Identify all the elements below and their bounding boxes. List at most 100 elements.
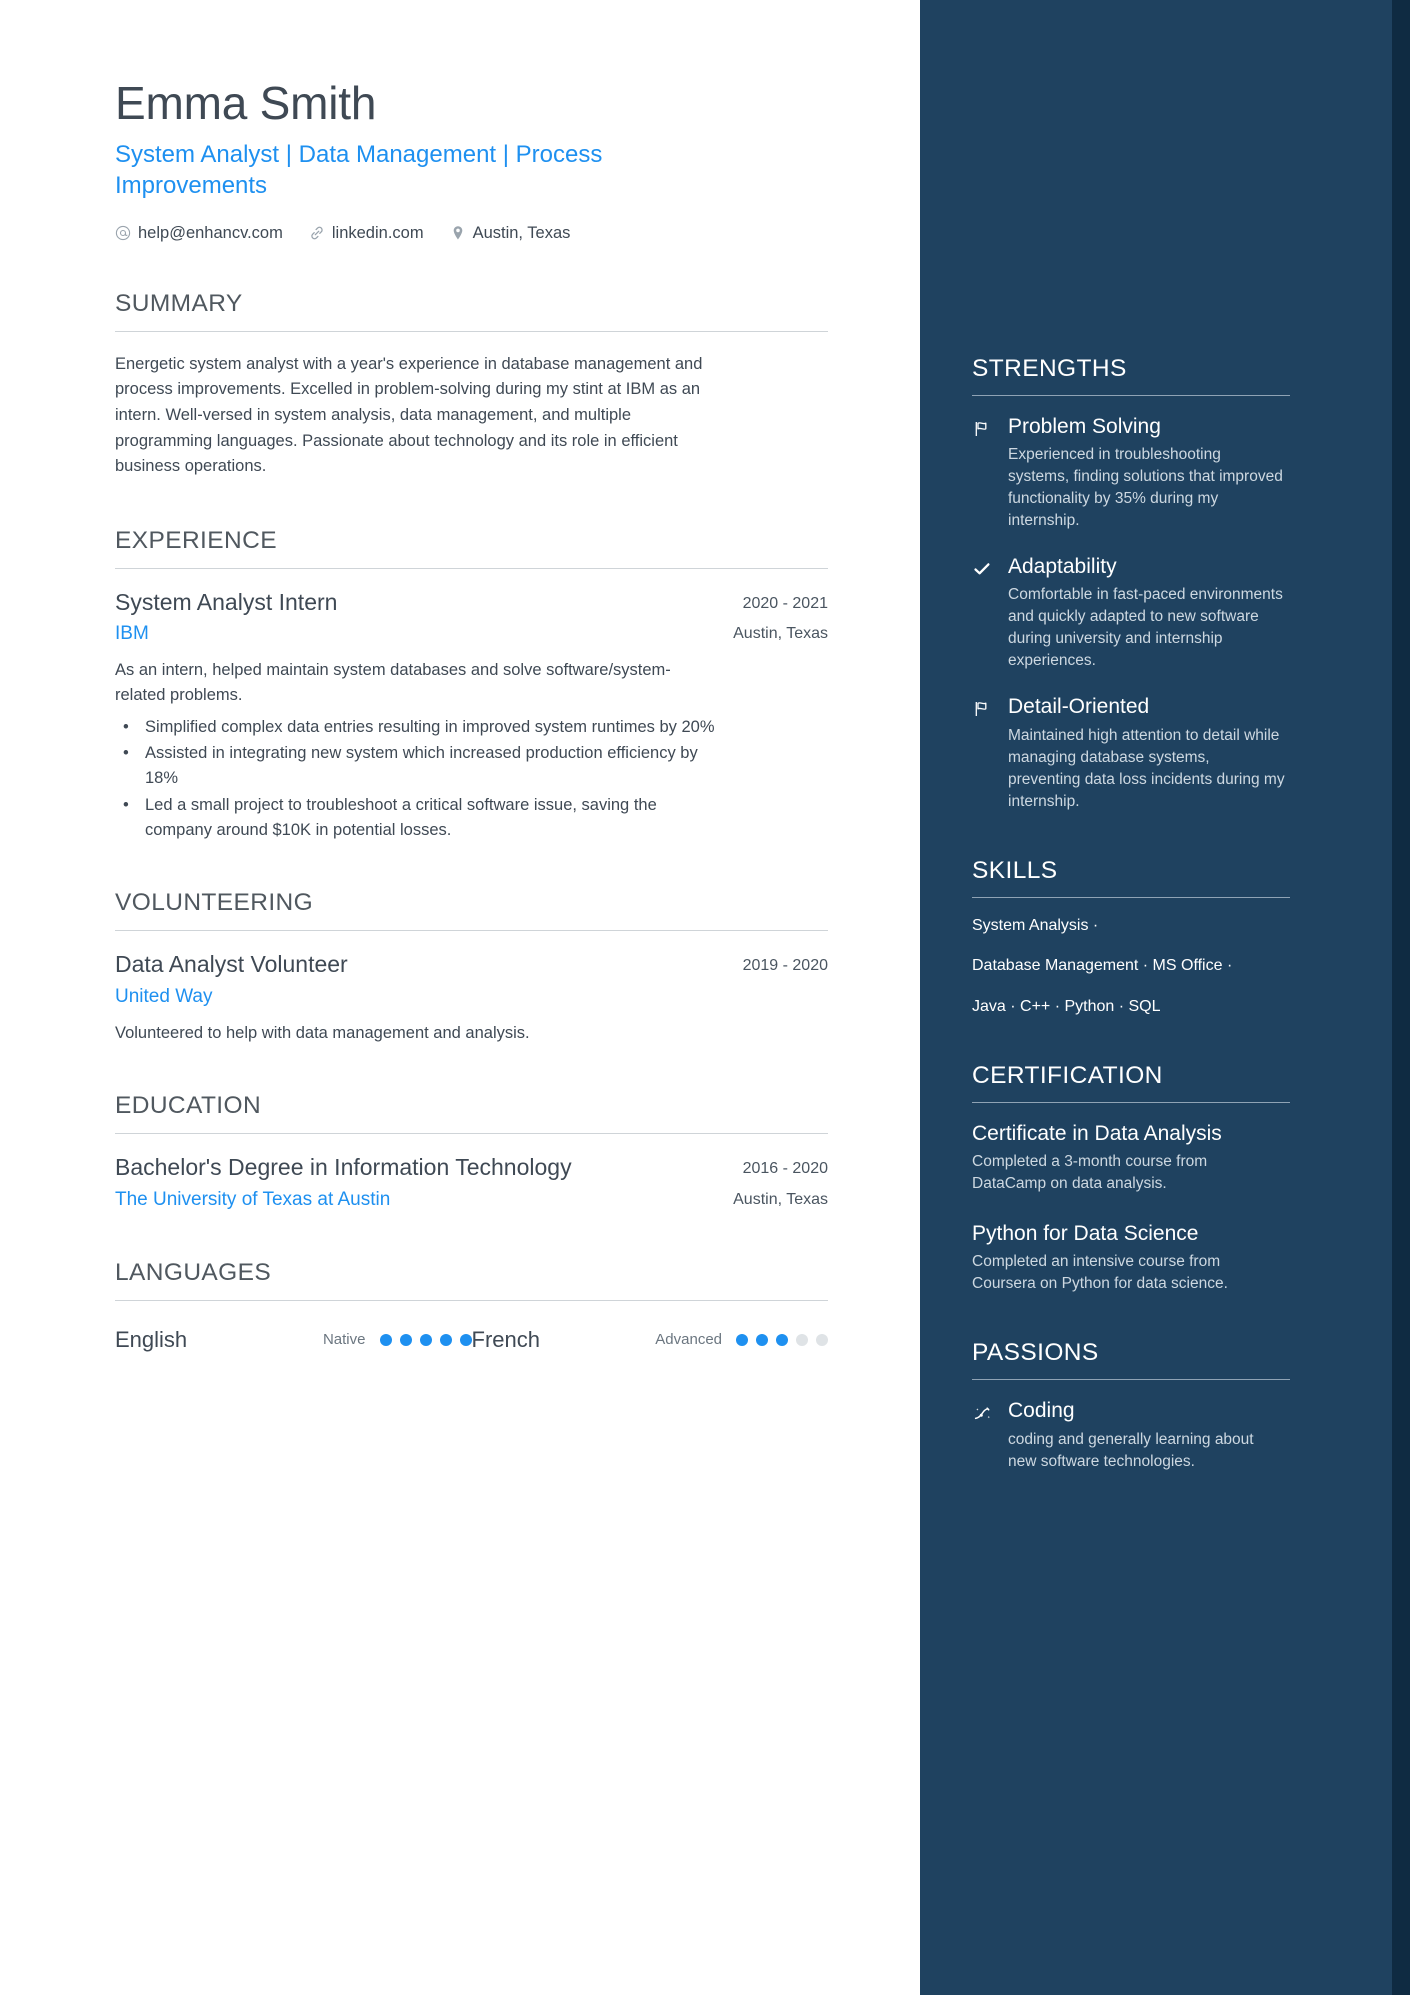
experience-job-title: System Analyst Intern — [115, 588, 338, 615]
certification-name: Certificate in Data Analysis — [972, 1121, 1222, 1145]
language-item-french: French Advanced — [472, 1327, 828, 1353]
sidebar-body-certification: Certificate in Data Analysis Completed a… — [972, 1103, 1358, 1296]
experience-location: Austin, Texas — [733, 625, 828, 643]
strength-description: Maintained high attention to detail whil… — [1008, 726, 1285, 810]
at-icon — [115, 225, 131, 241]
strength-name: Detail-Oriented — [1008, 695, 1150, 719]
passion-name: Coding — [1008, 1399, 1075, 1423]
rating-dot-filled — [776, 1333, 788, 1346]
skill-line: System Analysis · — [972, 916, 1099, 934]
language-row: English Native French Advanced — [115, 1321, 828, 1353]
resume-page: Emma Smith System Analyst | Data Managem… — [0, 0, 1410, 1995]
certification-description: Completed an intensive course from Cours… — [972, 1253, 1228, 1293]
sidebar-section-passions: PASSIONS Coding coding and generally lea… — [972, 1339, 1358, 1472]
language-name: English — [115, 1326, 188, 1352]
volunteering-entry: Data Analyst Volunteer 2019 - 2020 Unite… — [115, 951, 828, 1045]
sidebar-edge-strip — [1392, 0, 1410, 1995]
section-volunteering: VOLUNTEERING Data Analyst Volunteer 2019… — [115, 889, 828, 1045]
summary-text: Energetic system analyst with a year's e… — [115, 354, 703, 476]
location-pin-icon — [450, 225, 466, 241]
strength-description: Comfortable in fast-paced environments a… — [1008, 586, 1283, 670]
page-title: Emma Smith — [115, 77, 377, 129]
experience-entry: System Analyst Intern 2020 - 2021 IBM Au… — [115, 589, 828, 843]
strength-name: Adaptability — [1008, 555, 1117, 579]
sidebar-title-passions: PASSIONS — [972, 1339, 1290, 1381]
rating-dot-empty — [816, 1333, 828, 1346]
experience-dates: 2020 - 2021 — [742, 594, 828, 612]
contact-location: Austin, Texas — [450, 223, 571, 243]
language-item-english: English Native — [115, 1327, 472, 1353]
link-icon — [309, 225, 325, 241]
strength-text-block: Detail-Oriented Maintained high attentio… — [1008, 694, 1286, 812]
language-level: Advanced — [655, 1331, 722, 1349]
contact-linkedin[interactable]: linkedin.com — [309, 224, 424, 243]
rocket-icon — [972, 1398, 994, 1472]
sidebar-title-strengths: STRENGTHS — [972, 355, 1290, 396]
strength-text-block: Adaptability Comfortable in fast-paced e… — [1008, 554, 1286, 672]
flag-icon — [972, 414, 994, 532]
volunteering-description: Volunteered to help with data management… — [115, 1023, 530, 1042]
section-body-education: Bachelor's Degree in Information Technol… — [115, 1134, 828, 1211]
strength-name: Problem Solving — [1008, 415, 1161, 438]
flag-icon — [972, 694, 994, 812]
rating-dot-filled — [399, 1333, 412, 1346]
section-summary: SUMMARY Energetic system analyst with a … — [115, 290, 828, 480]
sidebar-section-certification: CERTIFICATION Certificate in Data Analys… — [972, 1062, 1358, 1296]
sidebar-title-skills: SKILLS — [972, 857, 1290, 898]
contact-row: help@enhancv.com linkedin.com Austin, Te… — [115, 224, 828, 243]
sidebar-body-passions: Coding coding and generally learning abo… — [972, 1380, 1358, 1472]
rating-dot-filled — [736, 1333, 748, 1346]
resume-sidebar: STRENGTHS Problem Solving Experienced in… — [920, 0, 1410, 1995]
contact-linkedin-text: linkedin.com — [331, 223, 424, 242]
section-title-languages: LANGUAGES — [115, 1259, 828, 1301]
section-education: EDUCATION Bachelor's Degree in Informati… — [115, 1092, 828, 1211]
certification-description: Completed a 3-month course from DataCamp… — [972, 1153, 1208, 1193]
experience-bullet: Assisted in integrating new system which… — [115, 741, 715, 791]
rating-dot-empty — [796, 1333, 808, 1346]
experience-bullet: Led a small project to troubleshoot a cr… — [115, 793, 715, 843]
certification-name: Python for Data Science — [972, 1222, 1199, 1246]
experience-entry-sub: IBM Austin, Texas — [115, 622, 828, 646]
strength-item: Adaptability Comfortable in fast-paced e… — [972, 554, 1358, 672]
section-title-experience: EXPERIENCE — [115, 527, 828, 569]
education-location: Austin, Texas — [733, 1190, 828, 1208]
skill-line: Java · C++ · Python · SQL — [972, 998, 1161, 1016]
contact-location-text: Austin, Texas — [472, 223, 571, 242]
volunteering-dates: 2019 - 2020 — [742, 957, 828, 975]
education-school[interactable]: The University of Texas at Austin — [115, 1188, 390, 1212]
education-degree: Bachelor's Degree in Information Technol… — [115, 1154, 572, 1181]
contact-email[interactable]: help@enhancv.com — [115, 224, 283, 243]
sidebar-section-skills: SKILLS System Analysis · Database Manage… — [972, 857, 1358, 1018]
passion-text-block: Coding coding and generally learning abo… — [1008, 1398, 1286, 1472]
rating-dot-filled — [419, 1333, 432, 1346]
skill-line: Database Management · MS Office · — [972, 957, 1233, 975]
sidebar-title-certification: CERTIFICATION — [972, 1062, 1290, 1103]
experience-description: As an intern, helped maintain system dat… — [115, 661, 671, 704]
strength-text-block: Problem Solving Experienced in troublesh… — [1008, 414, 1286, 532]
sidebar-body-skills: System Analysis · Database Management · … — [972, 898, 1358, 1018]
language-rating-dots — [379, 1333, 472, 1346]
rating-dot-filled — [756, 1333, 768, 1346]
language-rating-dots — [736, 1333, 828, 1346]
experience-entry-head: System Analyst Intern 2020 - 2021 — [115, 589, 828, 617]
education-entry-head: Bachelor's Degree in Information Technol… — [115, 1154, 828, 1182]
experience-company[interactable]: IBM — [115, 622, 149, 646]
sidebar-body-strengths: Problem Solving Experienced in troublesh… — [972, 396, 1358, 813]
section-title-volunteering: VOLUNTEERING — [115, 889, 828, 932]
contact-email-text: help@enhancv.com — [138, 223, 283, 242]
section-experience: EXPERIENCE System Analyst Intern 2020 - … — [115, 527, 828, 843]
passion-item: Coding coding and generally learning abo… — [972, 1398, 1358, 1472]
strength-item: Problem Solving Experienced in troublesh… — [972, 414, 1358, 532]
check-icon — [972, 554, 994, 672]
passion-description: coding and generally learning about new … — [1008, 1430, 1254, 1470]
language-level: Native — [322, 1331, 366, 1349]
strength-description: Experienced in troubleshooting systems, … — [1008, 446, 1283, 530]
experience-bullet-list: Simplified complex data entries resultin… — [115, 715, 828, 843]
volunteering-entry-sub: United Way — [115, 985, 828, 1009]
certification-item: Python for Data Science Completed an int… — [972, 1221, 1358, 1295]
section-body-experience: System Analyst Intern 2020 - 2021 IBM Au… — [115, 569, 828, 843]
section-body-summary: Energetic system analyst with a year's e… — [115, 332, 828, 480]
section-body-volunteering: Data Analyst Volunteer 2019 - 2020 Unite… — [115, 931, 828, 1045]
headline: System Analyst | Data Management | Proce… — [115, 140, 603, 200]
volunteering-organization[interactable]: United Way — [115, 985, 213, 1009]
